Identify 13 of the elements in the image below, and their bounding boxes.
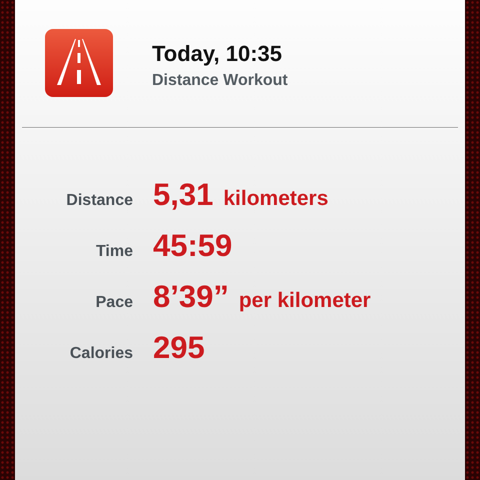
stat-label: Pace bbox=[94, 294, 133, 312]
stat-value: 45:59 bbox=[153, 228, 232, 264]
stat-label: Time bbox=[94, 243, 133, 261]
stat-value: 5,31 bbox=[153, 177, 214, 213]
workout-type: Distance Workout bbox=[152, 72, 288, 90]
stat-value: 8’39” bbox=[153, 279, 229, 315]
stat-label: Calories bbox=[68, 345, 133, 363]
stat-unit: per kilometer bbox=[238, 289, 371, 313]
workout-date: Today, 10:35 bbox=[152, 40, 284, 66]
road-icon bbox=[45, 29, 113, 97]
stat-unit: kilometers bbox=[223, 187, 328, 211]
stat-label: Distance bbox=[65, 192, 133, 210]
stat-value: 295 bbox=[153, 330, 205, 366]
